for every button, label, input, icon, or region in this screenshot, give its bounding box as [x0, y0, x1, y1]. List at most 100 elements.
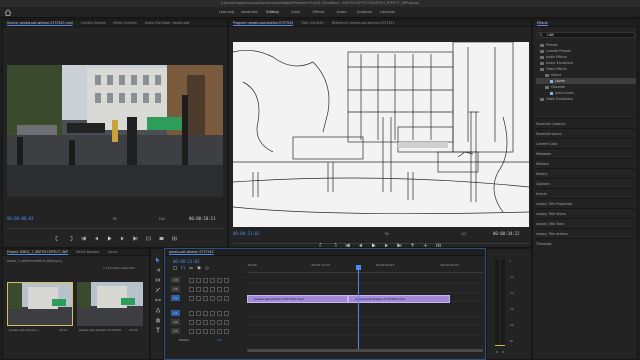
- project-item-thumbnail[interactable]: [77, 282, 143, 326]
- snap-icon[interactable]: [181, 266, 185, 270]
- track-toggle-button[interactable]: [196, 319, 201, 325]
- collapsed-panel-markers[interactable]: Markers: [536, 158, 636, 168]
- workspace-tab-assembly[interactable]: Assembly: [238, 7, 261, 18]
- source-panel-tab[interactable]: Effect Controls: [109, 20, 140, 26]
- program-panel-tab[interactable]: Program: pexels-pat-whelan-5737543: [229, 20, 297, 26]
- mark-out-icon[interactable]: [68, 236, 73, 241]
- workspace-tab-audio[interactable]: Audio: [330, 7, 353, 18]
- project-item-thumbnail[interactable]: [7, 282, 73, 326]
- source-panel-tab[interactable]: Source: pexels-pat-whelan-5737543.mp4: [3, 20, 77, 26]
- source-video-frame[interactable]: [7, 65, 223, 197]
- track-toggle-button[interactable]: [210, 319, 215, 325]
- track-toggle-button[interactable]: [217, 319, 222, 325]
- track-label-v1[interactable]: V1: [171, 295, 180, 301]
- collapsed-panel-legacy-title-styles[interactable]: Legacy Title Styles: [536, 208, 636, 218]
- workspace-tab-learning[interactable]: Learning: [215, 7, 238, 18]
- source-panel-tab[interactable]: Lumetri Scopes: [77, 20, 110, 26]
- program-panel-tab[interactable]: Title: (no title): [297, 20, 328, 26]
- track-toggle-button[interactable]: [196, 286, 201, 292]
- home-icon[interactable]: [4, 9, 12, 16]
- track-toggle-button[interactable]: [189, 295, 194, 301]
- collapsed-panel-metadata[interactable]: Metadata: [536, 148, 636, 158]
- project-panel-tab[interactable]: Media Browser: [72, 249, 104, 255]
- track-toggle-button[interactable]: [217, 295, 222, 301]
- track-lane-v3[interactable]: [247, 277, 483, 284]
- source-timecode[interactable]: 00:00:00:03: [7, 216, 34, 221]
- pen-tool-icon[interactable]: [155, 307, 161, 313]
- track-toggle-button[interactable]: [224, 328, 229, 334]
- project-panel-tab[interactable]: Librari: [104, 249, 122, 255]
- collapsed-panel-lumetri-color[interactable]: Lumetri Color: [536, 138, 636, 148]
- overwrite-icon[interactable]: [159, 236, 164, 241]
- linked-selection-icon[interactable]: [189, 266, 193, 270]
- master-volume-value[interactable]: 0.0: [217, 338, 222, 342]
- nest-toggle-icon[interactable]: [173, 266, 177, 270]
- collapsed-panel-history[interactable]: History: [536, 168, 636, 178]
- hand-tool-icon[interactable]: [155, 317, 161, 323]
- track-toggle-button[interactable]: [224, 310, 229, 316]
- track-toggle-button[interactable]: [217, 277, 222, 283]
- timeline-settings-icon[interactable]: [205, 266, 209, 270]
- track-toggle-button[interactable]: [210, 310, 215, 316]
- track-lane-a1[interactable]: [247, 310, 483, 317]
- track-toggle-button[interactable]: [189, 310, 194, 316]
- track-label-a1[interactable]: A1: [171, 310, 180, 316]
- mark-in-icon[interactable]: [55, 236, 60, 241]
- program-video-frame[interactable]: [233, 42, 529, 227]
- play-icon[interactable]: [107, 236, 112, 241]
- timeline-sequence-tab[interactable]: pexels-pat-whelan-5737543: [165, 249, 218, 255]
- track-toggle-button[interactable]: [210, 295, 215, 301]
- track-toggle-button[interactable]: [203, 328, 208, 334]
- timeline-scrollbar[interactable]: [247, 349, 483, 352]
- track-toggle-button[interactable]: [189, 319, 194, 325]
- track-toggle-button[interactable]: [224, 295, 229, 301]
- track-lane-a3[interactable]: [247, 328, 483, 335]
- solo-right-button[interactable]: S: [502, 350, 504, 354]
- collapsed-panel-essential-sound[interactable]: Essential Sound: [536, 128, 636, 138]
- track-toggle-button[interactable]: [196, 277, 201, 283]
- track-toggle-button[interactable]: [196, 328, 201, 334]
- insert-icon[interactable]: [146, 236, 151, 241]
- collapsed-panel-legacy-title-properties[interactable]: Legacy Title Properties: [536, 198, 636, 208]
- track-toggle-button[interactable]: [203, 286, 208, 292]
- workspace-tab-color[interactable]: Color: [284, 7, 307, 18]
- track-toggle-button[interactable]: [196, 295, 201, 301]
- track-toggle-button[interactable]: [196, 310, 201, 316]
- selection-tool-icon[interactable]: [155, 257, 161, 263]
- track-lane-a2[interactable]: [247, 319, 483, 326]
- source-fit-select[interactable]: Fit: [113, 217, 117, 221]
- source-panel-tab[interactable]: Audio Clip Mixer: pexels-pat: [141, 20, 193, 26]
- workspace-tab-libraries[interactable]: Libraries: [376, 7, 399, 18]
- go-to-in-icon[interactable]: [81, 236, 86, 241]
- step-forward-icon[interactable]: [120, 236, 125, 241]
- timeline-clip[interactable]: pexels-pat-whelan-5737543.mp4: [247, 294, 349, 303]
- track-select-tool-icon[interactable]: [155, 267, 161, 273]
- track-toggle-button[interactable]: [189, 286, 194, 292]
- timeline-playhead[interactable]: [357, 267, 359, 349]
- collapsed-panel-events[interactable]: Events: [536, 188, 636, 198]
- track-label-a3[interactable]: A3: [171, 328, 180, 334]
- collapsed-panel-essential-graphics[interactable]: Essential Graphics: [536, 118, 636, 128]
- workspace-tab-editing[interactable]: Editing: [261, 7, 284, 18]
- collapsed-panel-legacy-title-actions[interactable]: Legacy Title Actions: [536, 228, 636, 238]
- track-toggle-button[interactable]: [189, 277, 194, 283]
- collapsed-panel-captions[interactable]: Captions: [536, 178, 636, 188]
- timeline-timecode[interactable]: 00:00:21:03: [173, 259, 200, 264]
- track-toggle-button[interactable]: [210, 277, 215, 283]
- track-toggle-button[interactable]: [217, 286, 222, 292]
- type-tool-icon[interactable]: [155, 327, 161, 333]
- go-to-out-icon[interactable]: [133, 236, 138, 241]
- track-toggle-button[interactable]: [203, 295, 208, 301]
- track-toggle-button[interactable]: [203, 310, 208, 316]
- track-toggle-button[interactable]: [210, 286, 215, 292]
- track-label-v2[interactable]: V2: [171, 286, 180, 292]
- timeline-ruler[interactable]: :00:00 00:00:14:23 00:00:29:23 00:00:44:22: [247, 263, 483, 273]
- track-toggle-button[interactable]: [217, 328, 222, 334]
- track-label-v3[interactable]: V3: [171, 277, 180, 283]
- timeline-scrollbar-thumb[interactable]: [247, 349, 483, 352]
- track-label-a2[interactable]: A2: [171, 319, 180, 325]
- razor-tool-icon[interactable]: [155, 287, 161, 293]
- workspace-tab-graphics[interactable]: Graphics: [353, 7, 376, 18]
- ripple-edit-tool-icon[interactable]: [155, 277, 161, 283]
- effects-panel-title[interactable]: Effects: [533, 20, 552, 26]
